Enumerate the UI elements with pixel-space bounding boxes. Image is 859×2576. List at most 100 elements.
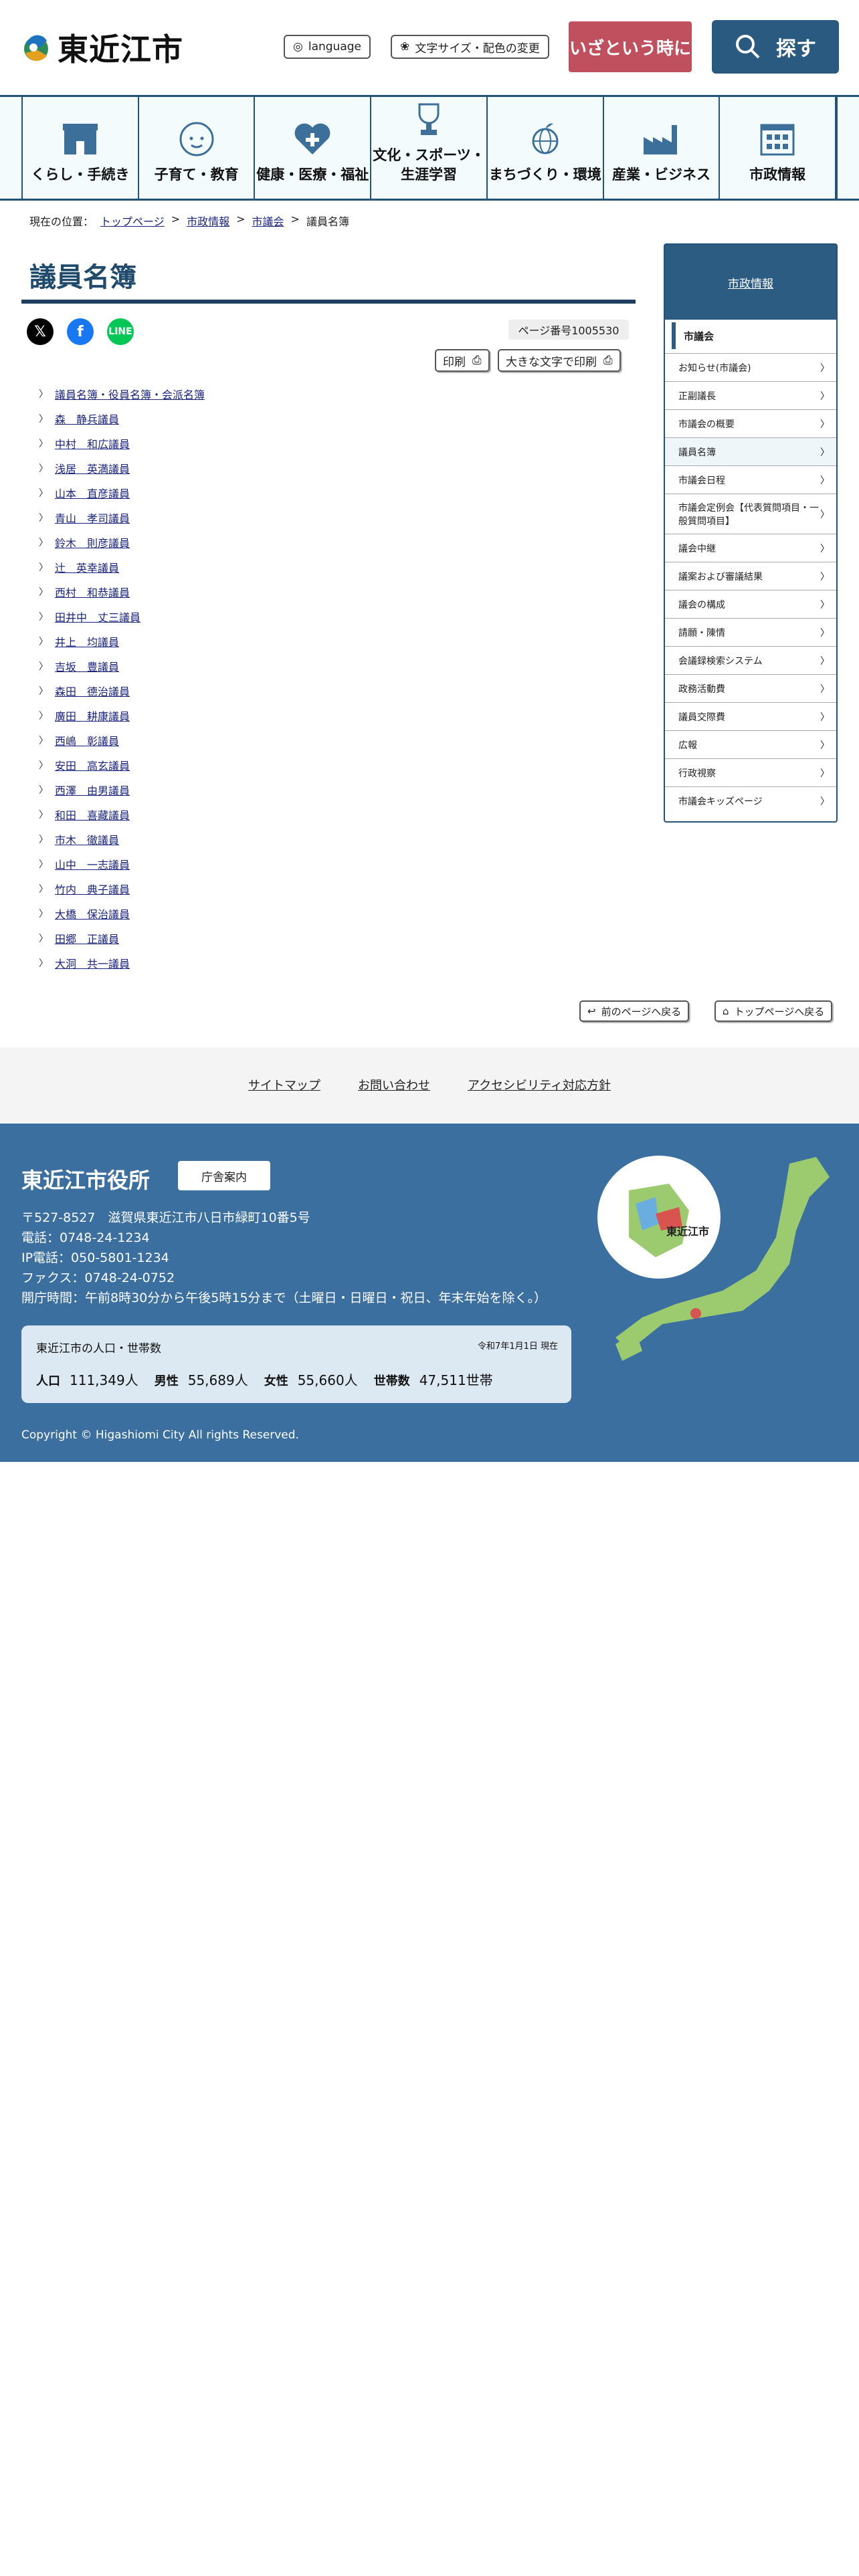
font-color-button[interactable]: ❀ 文字サイズ・配色の変更: [391, 35, 549, 59]
member-link[interactable]: 森田 德治議員: [55, 683, 130, 699]
baby-icon: [179, 122, 214, 156]
member-list-item[interactable]: 〉中村 和広議員: [39, 431, 205, 455]
member-list-item[interactable]: 〉山中 一志議員: [39, 851, 205, 876]
prev-page-button[interactable]: ↩ 前のページへ戻る: [579, 1000, 690, 1022]
x-share-icon[interactable]: 𝕏: [27, 318, 54, 345]
member-list-item[interactable]: 〉大橋 保治議員: [39, 901, 205, 926]
sidebar-item[interactable]: 行政視察〉: [665, 758, 836, 786]
chevron-right-icon: 〉: [820, 543, 830, 554]
sidebar-item[interactable]: 議案および審議結果〉: [665, 562, 836, 590]
member-link[interactable]: 辻 英幸議員: [55, 559, 119, 575]
member-list-item[interactable]: 〉西嶋 彰議員: [39, 728, 205, 752]
member-link[interactable]: 西澤 由男議員: [55, 782, 130, 798]
member-list-item[interactable]: 〉田郷 正議員: [39, 926, 205, 950]
line-share-icon[interactable]: LINE: [107, 318, 134, 345]
nav-item-childcare[interactable]: 子育て・教育: [138, 97, 256, 199]
member-link[interactable]: 議員名簿・役員名簿・会派名簿: [55, 386, 205, 402]
search-button[interactable]: 探す: [712, 20, 839, 74]
nav-item-citygov[interactable]: 市政情報: [720, 97, 837, 199]
member-link[interactable]: 市木 徹議員: [55, 831, 119, 847]
member-link[interactable]: 山中 一志議員: [55, 856, 130, 872]
member-list-item[interactable]: 〉大洞 共一議員: [39, 950, 205, 975]
member-link[interactable]: 田郷 正議員: [55, 930, 119, 946]
chevron-right-icon: 〉: [39, 636, 48, 647]
sidebar-item[interactable]: 市議会日程〉: [665, 465, 836, 494]
member-list-item[interactable]: 〉市木 徹議員: [39, 827, 205, 851]
sidebar-item[interactable]: 正副議長〉: [665, 381, 836, 409]
print-button[interactable]: 印刷 ⎙: [435, 349, 490, 372]
chevron-right-icon: 〉: [39, 685, 48, 697]
chevron-right-icon: 〉: [820, 509, 830, 520]
language-button[interactable]: ◎ language: [284, 35, 371, 59]
breadcrumb-citygov[interactable]: 市政情報: [187, 213, 229, 229]
member-link[interactable]: 大橋 保治議員: [55, 905, 130, 922]
top-page-button[interactable]: ⌂ トップページへ戻る: [714, 1000, 833, 1022]
member-list-item[interactable]: 〉森田 德治議員: [39, 678, 205, 703]
member-list-item[interactable]: 〉竹内 典子議員: [39, 876, 205, 901]
member-list-item[interactable]: 〉青山 孝司議員: [39, 505, 205, 530]
nav-item-culture[interactable]: 文化・スポーツ・ 生涯学習: [371, 97, 488, 199]
member-list-item[interactable]: 〉井上 均議員: [39, 629, 205, 653]
sidebar-item[interactable]: 議員名簿〉: [665, 437, 836, 465]
member-link[interactable]: 和田 喜藏議員: [55, 807, 130, 823]
nav-item-industry[interactable]: 産業・ビジネス: [603, 97, 721, 199]
member-list-item[interactable]: 〉鈴木 則彦議員: [39, 530, 205, 554]
member-list-item[interactable]: 〉田井中 丈三議員: [39, 604, 205, 629]
sidebar-item[interactable]: 広報〉: [665, 730, 836, 758]
sidebar-item[interactable]: 請願・陳情〉: [665, 618, 836, 646]
sidebar-item[interactable]: 議会中継〉: [665, 534, 836, 562]
sidebar-items: お知らせ(市議会) 〉正副議長〉市議会の概要〉議員名簿〉市議会日程〉市議会定例会【…: [665, 353, 836, 815]
breadcrumb-top[interactable]: トップページ: [100, 213, 165, 229]
member-list-item[interactable]: 〉議員名簿・役員名簿・会派名簿: [39, 381, 205, 406]
accessibility-link[interactable]: アクセシビリティ対応方針: [468, 1076, 611, 1093]
member-link[interactable]: 大洞 共一議員: [55, 955, 130, 971]
page-number: ページ番号1005530: [508, 320, 629, 340]
member-link[interactable]: 鈴木 則彦議員: [55, 534, 130, 550]
member-link[interactable]: 井上 均議員: [55, 633, 119, 649]
sidebar-item[interactable]: 会議録検索システム〉: [665, 646, 836, 674]
member-link[interactable]: 安田 高玄議員: [55, 757, 130, 773]
gov-guide-button[interactable]: 庁舎案内: [178, 1161, 270, 1190]
chevron-right-icon: 〉: [39, 463, 48, 474]
member-link[interactable]: 廣田 耕康議員: [55, 708, 130, 724]
emergency-button[interactable]: いざという時に: [567, 20, 693, 74]
facebook-share-icon[interactable]: f: [67, 318, 94, 345]
member-link[interactable]: 吉坂 豊議員: [55, 658, 119, 674]
member-list-item[interactable]: 〉吉坂 豊議員: [39, 653, 205, 678]
sidebar-item[interactable]: 市議会定例会【代表質問項目・一般質問項目】〉: [665, 494, 836, 534]
nav-item-town[interactable]: まちづくり・環境: [487, 97, 604, 199]
member-link[interactable]: 中村 和広議員: [55, 435, 130, 451]
sitemap-link[interactable]: サイトマップ: [248, 1076, 320, 1093]
nav-item-life[interactable]: くらし・手続き: [23, 97, 139, 199]
sidebar-item[interactable]: 議員交際費〉: [665, 702, 836, 730]
sidebar-item[interactable]: 市議会キッズページ〉: [665, 786, 836, 815]
chevron-right-icon: 〉: [39, 859, 48, 870]
member-list-item[interactable]: 〉浅居 英満議員: [39, 455, 205, 480]
member-link[interactable]: 森 静兵議員: [55, 411, 119, 427]
member-link[interactable]: 西嶋 彰議員: [55, 732, 119, 748]
sidebar-item[interactable]: 市議会の概要〉: [665, 409, 836, 437]
sidebar-item[interactable]: 政務活動費〉: [665, 674, 836, 702]
member-list-item[interactable]: 〉和田 喜藏議員: [39, 802, 205, 827]
sidebar-item[interactable]: 議会の構成〉: [665, 590, 836, 618]
contact-link[interactable]: お問い合わせ: [358, 1076, 430, 1093]
member-list-item[interactable]: 〉安田 高玄議員: [39, 752, 205, 777]
member-link[interactable]: 西村 和恭議員: [55, 584, 130, 600]
sidebar-heading-link[interactable]: 市政情報: [728, 274, 773, 291]
member-link[interactable]: 浅居 英満議員: [55, 460, 130, 476]
print-large-button[interactable]: 大きな文字で印刷 ⎙: [498, 349, 621, 372]
member-list-item[interactable]: 〉森 静兵議員: [39, 406, 205, 431]
member-link[interactable]: 青山 孝司議員: [55, 510, 130, 526]
member-list-item[interactable]: 〉山本 直彦議員: [39, 480, 205, 505]
sidebar-item[interactable]: お知らせ(市議会) 〉: [665, 353, 836, 381]
member-link[interactable]: 竹内 典子議員: [55, 881, 130, 897]
member-list-item[interactable]: 〉廣田 耕康議員: [39, 703, 205, 728]
member-list-item[interactable]: 〉辻 英幸議員: [39, 554, 205, 579]
member-link[interactable]: 山本 直彦議員: [55, 485, 130, 501]
member-list-item[interactable]: 〉西澤 由男議員: [39, 777, 205, 802]
member-list-item[interactable]: 〉西村 和恭議員: [39, 579, 205, 604]
site-logo[interactable]: 東近江市: [20, 25, 183, 70]
nav-item-health[interactable]: 健康・医療・福祉: [255, 97, 372, 199]
member-link[interactable]: 田井中 丈三議員: [55, 609, 140, 625]
breadcrumb-council[interactable]: 市議会: [252, 213, 284, 229]
